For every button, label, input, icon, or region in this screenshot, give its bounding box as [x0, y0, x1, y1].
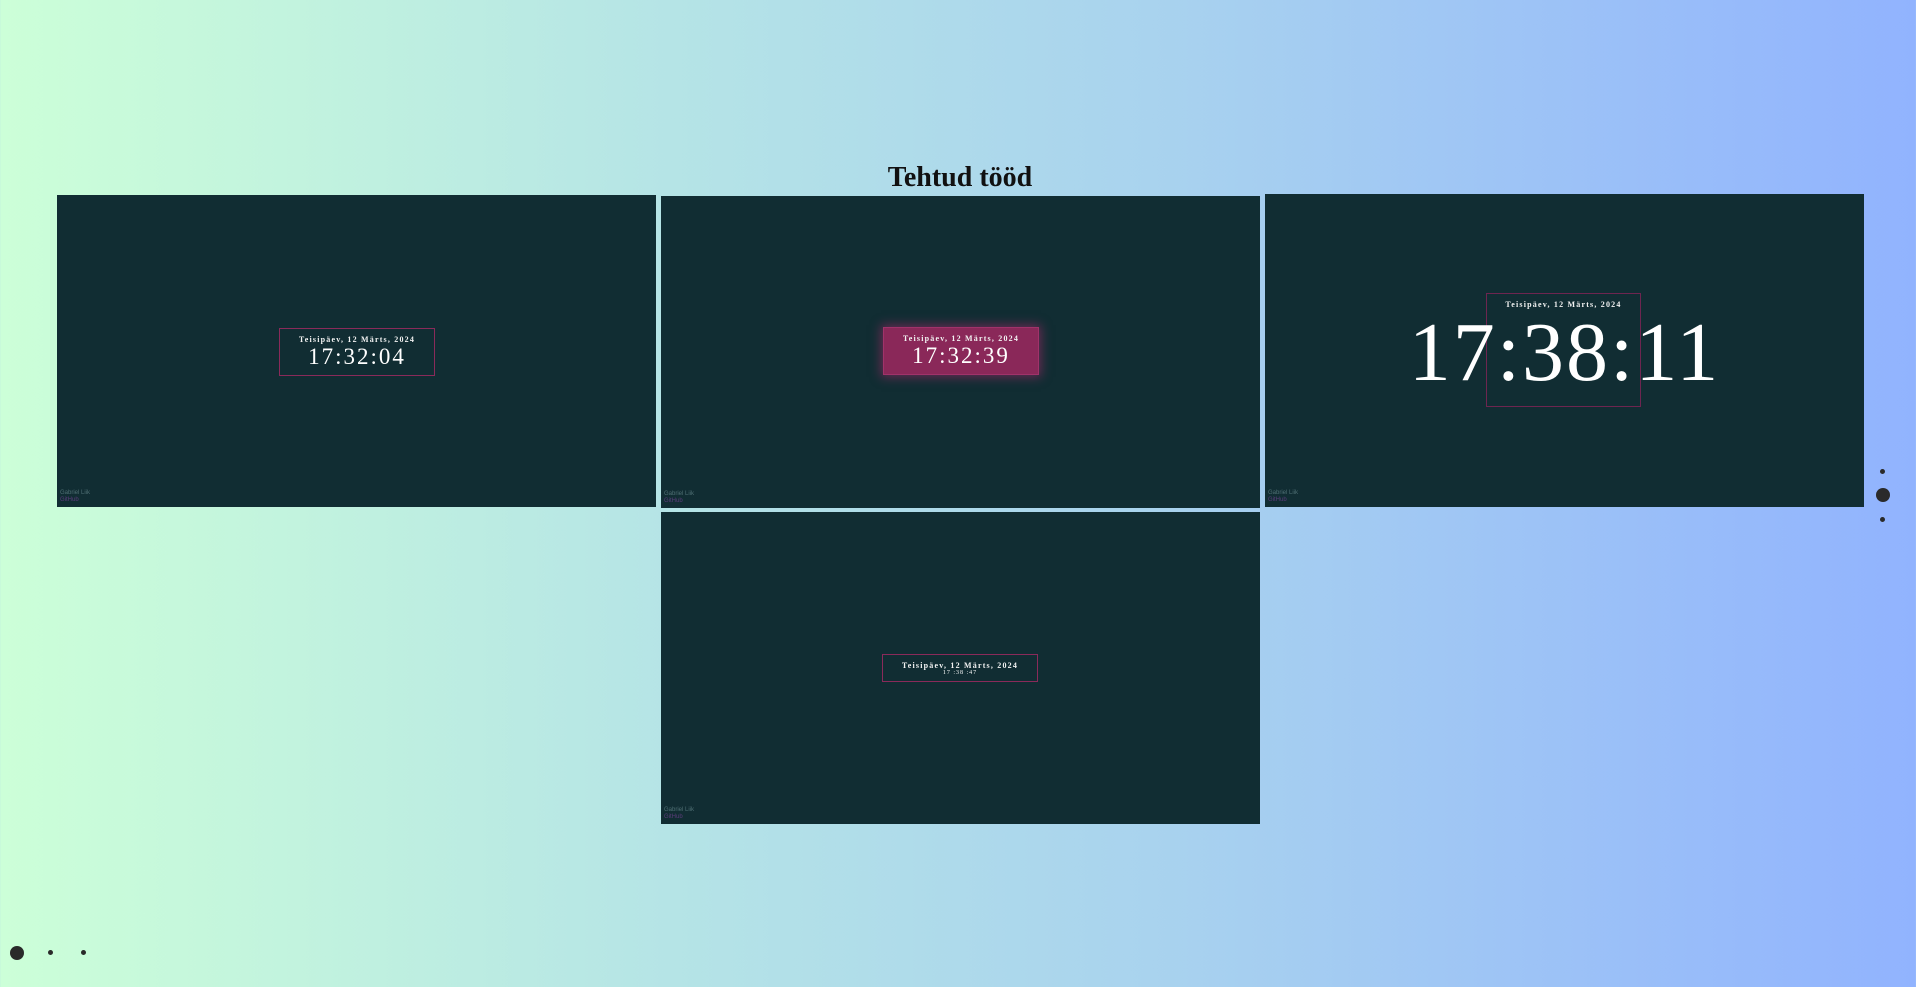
work-card-2[interactable]: Teisipäev, 12 Märts, 2024 17:32:39 Gabri…	[661, 196, 1260, 508]
work-card-1[interactable]: Teisipäev, 12 Märts, 2024 17:32:04 Gabri…	[57, 195, 656, 507]
author-name: Gabriel Liik	[664, 807, 695, 813]
card-footer: Gabriel Liik GitHub	[664, 807, 694, 821]
clock-widget: Teisipäev, 12 Märts, 2024 17:32:04	[279, 328, 435, 376]
github-link[interactable]: GitHub	[60, 497, 90, 504]
vertical-pagination-dot-1[interactable]	[1880, 469, 1885, 474]
card-footer: Gabriel Liik GitHub	[1268, 490, 1298, 504]
work-card-3[interactable]: Teisipäev, 12 Märts, 2024 17:38:11 Gabri…	[1265, 194, 1864, 507]
vertical-pagination-dot-active[interactable]	[1876, 488, 1890, 502]
clock-widget: Teisipäev, 12 Märts, 2024 17:32:39	[883, 327, 1039, 375]
clock-time: 17 :38 :47	[942, 670, 978, 676]
author-name: Gabriel Liik	[664, 491, 695, 497]
clock-time: 17:32:39	[912, 343, 1010, 368]
github-link[interactable]: GitHub	[664, 814, 694, 821]
page-title: Tehtud tööd	[887, 162, 1033, 193]
horizontal-pagination-dot-active[interactable]	[10, 946, 24, 960]
author-name: Gabriel Liik	[1268, 490, 1299, 496]
github-link[interactable]: GitHub	[1268, 497, 1298, 504]
clock-date: Teisipäev, 12 Märts, 2024	[901, 661, 1019, 670]
clock-time: 17:32:04	[308, 344, 406, 369]
clock-date: Teisipäev, 12 Märts, 2024	[902, 334, 1020, 343]
clock-date: Teisipäev, 12 Märts, 2024	[298, 335, 416, 344]
horizontal-pagination-dot-3[interactable]	[81, 950, 86, 955]
vertical-pagination-dot-3[interactable]	[1880, 517, 1885, 522]
card-footer: Gabriel Liik GitHub	[664, 491, 694, 505]
clock-time: 17:38:11	[1408, 306, 1721, 399]
github-link[interactable]: GitHub	[664, 498, 694, 505]
author-name: Gabriel Liik	[60, 490, 91, 496]
clock-widget: Teisipäev, 12 Märts, 2024 17 :38 :47	[882, 654, 1038, 682]
card-footer: Gabriel Liik GitHub	[60, 490, 90, 504]
horizontal-pagination-dot-2[interactable]	[48, 950, 53, 955]
work-card-4[interactable]: Teisipäev, 12 Märts, 2024 17 :38 :47 Gab…	[661, 512, 1260, 824]
